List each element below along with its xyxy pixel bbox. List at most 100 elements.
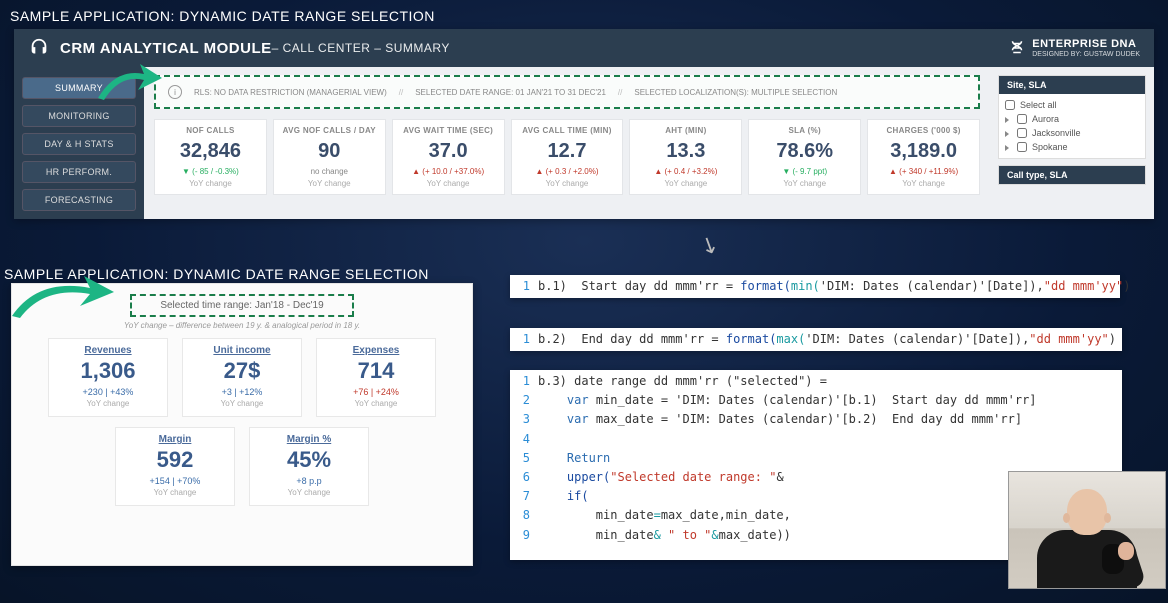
kpi-yoy-label: YoY change xyxy=(634,179,737,188)
kpi-change: ▼ (- 9.7 ppt) xyxy=(753,167,856,176)
metric-value: 714 xyxy=(321,358,431,384)
checkbox[interactable] xyxy=(1017,142,1027,152)
crm-dashboard-panel: CRM ANALYTICAL MODULE – CALL CENTER – SU… xyxy=(14,29,1154,219)
dna-icon xyxy=(1008,39,1026,57)
nav-monitoring[interactable]: MONITORING xyxy=(22,105,136,127)
kpi-label: AVG WAIT TIME (SEC) xyxy=(397,126,500,135)
kpi-row: NOF CALLS 32,846 ▼ (- 85 / -0.3%) YoY chang… xyxy=(154,119,980,195)
metric-card: Unit income 27$ +3 | +12% YoY change xyxy=(182,338,302,417)
metric-value: 27$ xyxy=(187,358,297,384)
kpi-card: AVG CALL TIME (MIN)12.7▲ (+ 0.3 / +2.0%)… xyxy=(511,119,624,195)
slicer-site-header: Site, SLA xyxy=(999,76,1145,94)
metric-value: 592 xyxy=(120,447,230,473)
metric-yoy-label: YoY change xyxy=(321,399,431,408)
info-bar: i RLS: NO DATA RESTRICTION (MANAGERIAL V… xyxy=(154,75,980,109)
crm-subtitle: – CALL CENTER – SUMMARY xyxy=(272,41,450,55)
metric-yoy-label: YoY change xyxy=(254,488,364,497)
chevron-right-icon xyxy=(1005,117,1009,123)
dax-code-b2: 1b.2) End day dd mmm'rr = format(max('DI… xyxy=(510,328,1122,351)
metric-name: Unit income xyxy=(187,345,297,356)
slicer-site[interactable]: Site, SLA Select all Aurora Jacksonville… xyxy=(998,75,1146,159)
metric-yoy-label: YoY change xyxy=(120,488,230,497)
kpi-value: 3,189.0 xyxy=(872,140,975,163)
checkbox[interactable] xyxy=(1017,128,1027,138)
metric-delta: +76 | +24% xyxy=(321,387,431,397)
selected-range-value: Jan'18 - Dec'19 xyxy=(255,300,324,311)
nav-forecasting[interactable]: FORECASTING xyxy=(22,189,136,211)
brand-designer: DESIGNED BY: GUSTAW DUDEK xyxy=(1032,51,1140,58)
metric-value: 45% xyxy=(254,447,364,473)
crm-title: CRM ANALYTICAL MODULE xyxy=(60,40,272,57)
info-sep: // xyxy=(618,88,622,97)
info-rls: RLS: NO DATA RESTRICTION (MANAGERIAL VIE… xyxy=(194,88,387,97)
checkbox[interactable] xyxy=(1017,114,1027,124)
selected-range-label: Selected time range: xyxy=(160,300,252,311)
kpi-value: 78.6% xyxy=(753,140,856,163)
kpi-change: ▲ (+ 10.0 / +37.0%) xyxy=(397,167,500,176)
nav-hr-perform[interactable]: HR PERFORM. xyxy=(22,161,136,183)
kpi-card: AHT (MIN) 13.3 ▲ (+ 0.4 / +3.2%) YoY change xyxy=(629,119,742,195)
kpi-card: AVG WAIT TIME (SEC)37.0▲ (+ 10.0 / +37.0… xyxy=(392,119,505,195)
metric-yoy-label: YoY change xyxy=(187,399,297,408)
kpi-card: CHARGES ('000 $) 3,189.0 ▲ (+ 340 / +11.9%… xyxy=(867,119,980,195)
metric-delta: +3 | +12% xyxy=(187,387,297,397)
metric-delta: +230 | +43% xyxy=(53,387,163,397)
headset-icon xyxy=(28,37,50,59)
metric-name: Revenues xyxy=(53,345,163,356)
kpi-card: AVG NOF CALLS / DAY90no changeYoY change xyxy=(273,119,386,195)
chevron-right-icon xyxy=(1005,145,1009,151)
metric-value: 1,306 xyxy=(53,358,163,384)
metric-card: Margin 592 +154 | +70% YoY change xyxy=(115,427,235,506)
kpi-change: ▲ (+ 0.4 / +3.2%) xyxy=(634,167,737,176)
kpi-value: 13.3 xyxy=(634,140,737,163)
metric-card: Revenues1,306+230 | +43%YoY change xyxy=(48,338,168,417)
kpi-card: NOF CALLS 32,846 ▼ (- 85 / -0.3%) YoY chang… xyxy=(154,119,267,195)
info-loc: SELECTED LOCALIZATION(S): MULTIPLE SELEC… xyxy=(634,88,837,97)
slicer-item-jacksonville[interactable]: Jacksonville xyxy=(1005,126,1139,140)
flow-arrow-icon: ↘ xyxy=(695,229,723,260)
finance-dashboard-panel: Selected time range: Jan'18 - Dec'19 YoY… xyxy=(11,283,473,566)
info-icon: i xyxy=(168,85,182,99)
nav-day-stats[interactable]: DAY & H STATS xyxy=(22,133,136,155)
selected-range-box: Selected time range: Jan'18 - Dec'19 xyxy=(130,294,354,317)
kpi-change: ▼ (- 85 / -0.3%) xyxy=(159,167,262,176)
slicer-column: Site, SLA Select all Aurora Jacksonville… xyxy=(990,67,1154,219)
kpi-yoy-label: YoY change xyxy=(159,179,262,188)
callout-arrow-icon xyxy=(8,272,118,322)
kpi-label: CHARGES ('000 $) xyxy=(872,126,975,135)
slicer-calltype-header: Call type, SLA xyxy=(999,166,1145,184)
metric-name: Margin % xyxy=(254,434,364,445)
kpi-change: ▲ (+ 0.3 / +2.0%) xyxy=(516,167,619,176)
kpi-value: 12.7 xyxy=(516,140,619,163)
kpi-change: no change xyxy=(278,167,381,176)
kpi-value: 90 xyxy=(278,140,381,163)
dax-code-b1: 1b.1) Start day dd mmm'rr = format(min('… xyxy=(510,275,1120,298)
slide-title-1: SAMPLE APPLICATION: DYNAMIC DATE RANGE S… xyxy=(10,8,435,24)
kpi-yoy-label: YoY change xyxy=(278,179,381,188)
metric-name: Expenses xyxy=(321,345,431,356)
slicer-select-all[interactable]: Select all xyxy=(1005,98,1139,112)
metric-card: Margin % 45% +8 p.p YoY change xyxy=(249,427,369,506)
kpi-label: AHT (MIN) xyxy=(634,126,737,135)
kpi-yoy-label: YoY change xyxy=(397,179,500,188)
presenter-webcam xyxy=(1008,471,1166,589)
brand-block: ENTERPRISE DNA DESIGNED BY: GUSTAW DUDEK xyxy=(1008,38,1140,58)
kpi-value: 32,846 xyxy=(159,140,262,163)
checkbox[interactable] xyxy=(1005,100,1015,110)
callout-arrow-icon xyxy=(96,60,166,106)
info-sep: // xyxy=(399,88,403,97)
slicer-item-aurora[interactable]: Aurora xyxy=(1005,112,1139,126)
kpi-card: SLA (%)78.6%▼ (- 9.7 ppt)YoY change xyxy=(748,119,861,195)
brand-name: ENTERPRISE DNA xyxy=(1032,38,1140,50)
metric-delta: +154 | +70% xyxy=(120,476,230,486)
crm-header: CRM ANALYTICAL MODULE – CALL CENTER – SU… xyxy=(14,29,1154,67)
kpi-yoy-label: YoY change xyxy=(753,179,856,188)
metric-name: Margin xyxy=(120,434,230,445)
kpi-yoy-label: YoY change xyxy=(872,179,975,188)
yoy-explanation: YoY change – difference between 19 y. & … xyxy=(26,321,458,330)
kpi-label: NOF CALLS xyxy=(159,126,262,135)
kpi-change: ▲ (+ 340 / +11.9%) xyxy=(872,167,975,176)
metric-delta: +8 p.p xyxy=(254,476,364,486)
slicer-item-spokane[interactable]: Spokane xyxy=(1005,140,1139,154)
slicer-call-type[interactable]: Call type, SLA xyxy=(998,165,1146,185)
